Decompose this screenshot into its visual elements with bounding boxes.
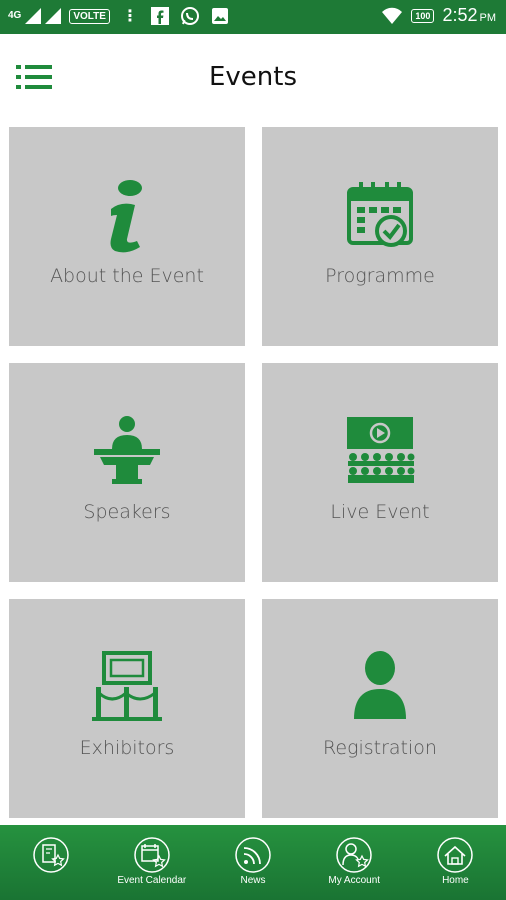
time-text: 2:52 — [442, 5, 478, 25]
tile-registration[interactable]: Registration — [262, 599, 498, 818]
wifi-icon — [382, 7, 403, 24]
signal-icon — [25, 8, 42, 24]
nav-label: Home — [442, 875, 469, 886]
nav-favorites[interactable] — [0, 825, 101, 900]
person-icon — [354, 651, 406, 719]
tile-label: Registration — [323, 737, 437, 759]
tile-about-event[interactable]: About the Event — [9, 127, 245, 346]
page-title: Events — [208, 62, 298, 92]
network-type: 4G — [8, 10, 22, 21]
status-right: 100 2:52 PM — [381, 5, 496, 26]
battery-indicator: 100 — [411, 8, 435, 23]
info-icon — [110, 180, 142, 253]
whatsapp-icon — [180, 7, 199, 25]
tile-speakers[interactable]: Speakers — [9, 363, 245, 582]
account-star-icon — [336, 837, 372, 873]
volte-badge: VOLTE — [69, 8, 110, 24]
tile-label: Live Event — [330, 501, 430, 523]
nav-label: My Account — [328, 875, 381, 886]
status-bar: 4G VOLTE ⋮ 100 2:52 PM — [0, 0, 506, 34]
facebook-icon — [150, 7, 169, 25]
home-icon — [437, 837, 474, 873]
tile-label: Programme — [325, 265, 435, 287]
tile-live-event[interactable]: Live Event — [262, 363, 498, 582]
nav-label: News — [240, 875, 266, 886]
tile-programme[interactable]: Programme — [262, 127, 498, 346]
nav-my-account[interactable]: My Account — [304, 825, 405, 900]
live-screen-audience-icon — [347, 417, 415, 483]
gallery-icon — [211, 8, 228, 24]
bottom-navigation: Event Calendar News My Account Home — [0, 825, 506, 900]
signal-icon-2 — [45, 8, 62, 24]
tile-label: About the Event — [50, 265, 204, 287]
nav-event-calendar[interactable]: Event Calendar — [101, 825, 202, 900]
tile-label: Speakers — [83, 501, 171, 523]
tile-exhibitors[interactable]: Exhibitors — [9, 599, 245, 818]
more-notifications-icon: ⋮ — [121, 8, 138, 25]
tile-label: Exhibitors — [79, 737, 175, 759]
rss-icon — [235, 837, 271, 873]
speaker-podium-icon — [94, 416, 160, 484]
nav-news[interactable]: News — [202, 825, 303, 900]
status-left: 4G VOLTE ⋮ — [8, 6, 236, 26]
nav-label: Event Calendar — [117, 875, 187, 886]
nav-home[interactable]: Home — [405, 825, 506, 900]
app-header: Events — [0, 34, 506, 120]
calendar-star-icon — [134, 837, 170, 873]
exhibit-frame-icon — [92, 651, 162, 721]
calendar-check-icon — [347, 182, 413, 247]
ampm-text: PM — [479, 12, 497, 24]
clock: 2:52 PM — [442, 5, 496, 26]
favorite-document-icon — [32, 837, 69, 873]
